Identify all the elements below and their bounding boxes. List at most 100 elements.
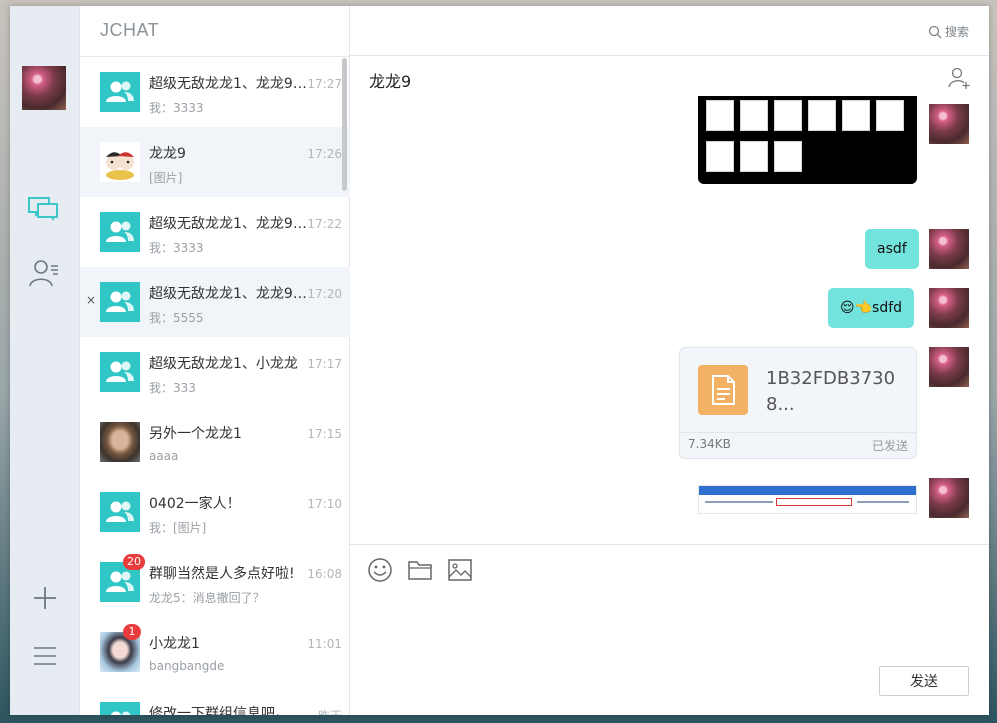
close-icon[interactable]: ×: [86, 293, 96, 307]
image-content: [857, 501, 909, 503]
image-content: [705, 501, 773, 503]
conversation-time: 17:10: [307, 497, 342, 511]
contacts-icon[interactable]: [27, 256, 63, 292]
conversation-item[interactable]: 超级无敌龙龙1、龙龙9、小龙龙17:22 我：3333: [80, 197, 350, 267]
list-scrollbar[interactable]: [342, 58, 347, 191]
conversation-time: 17:22: [307, 217, 342, 231]
conversation-avatar[interactable]: [100, 492, 140, 532]
file-message[interactable]: 1B32FDB37308... 7.34KB 已发送: [679, 347, 917, 459]
conversation-avatar[interactable]: [100, 282, 140, 322]
conversation-name: 龙龙9: [149, 146, 186, 162]
conversation-last-message: 我：5555: [149, 311, 204, 325]
send-button[interactable]: 发送: [879, 666, 969, 696]
search-icon: [928, 25, 942, 38]
conversation-time: 昨天: [318, 707, 342, 715]
chat-icon[interactable]: [27, 194, 63, 230]
divider: [680, 432, 916, 433]
image-message[interactable]: [698, 485, 917, 514]
input-area[interactable]: 发送: [350, 544, 989, 715]
conversation-item[interactable]: 超级无敌龙龙1、小龙龙 17:17 我：333: [80, 337, 350, 407]
sender-avatar[interactable]: [929, 478, 969, 518]
conversation-name: 群聊当然是人多点好啦!: [149, 566, 295, 582]
image-thumb: [876, 100, 904, 131]
conversation-item[interactable]: 超级无敌龙龙1、龙龙9、小龙龙17:27 我：3333: [80, 57, 350, 127]
conversation-name: 超级无敌龙龙1、龙龙9、小龙龙: [149, 216, 307, 232]
plus-icon[interactable]: [27, 580, 63, 616]
conversation-last-message: aaaa: [149, 449, 179, 463]
file-name: 1B32FDB37308...: [766, 368, 896, 415]
conversation-last-message: bangbangde: [149, 659, 225, 673]
conversation-avatar[interactable]: [100, 72, 140, 112]
menu-icon[interactable]: [27, 638, 63, 674]
add-member-icon[interactable]: [947, 66, 971, 90]
conversation-pane: JCHAT 超级无敌龙龙1、龙龙9、小龙龙17:27我：3333龙龙917:26…: [80, 6, 350, 715]
image-thumb: [774, 100, 802, 131]
conversation-last-message: 我：[图片]: [149, 521, 207, 535]
image-message[interactable]: [698, 96, 917, 184]
app-title: JCHAT: [100, 20, 160, 40]
text-message[interactable]: 😌👈sdfd: [828, 288, 915, 328]
chat-pane: 龙龙9 asdf 😌👈sdfd 1B32FDB37308... 7.34KB 已…: [350, 55, 989, 715]
conversation-item[interactable]: 1 小龙龙1 11:01 bangbangde: [80, 617, 350, 687]
search-label: 搜索: [944, 25, 969, 39]
conversation-last-message: 我：3333: [149, 241, 204, 255]
text-message[interactable]: asdf: [865, 229, 919, 269]
left-nav: [10, 6, 80, 715]
image-content: [776, 498, 852, 506]
app-window: JCHAT 超级无敌龙龙1、龙龙9、小龙龙17:27我：3333龙龙917:26…: [10, 6, 989, 715]
conversation-avatar[interactable]: [100, 142, 140, 182]
chat-title: 龙龙9: [369, 72, 412, 91]
conversation-name: 另外一个龙龙1: [149, 426, 242, 442]
conversation-avatar[interactable]: [100, 212, 140, 252]
emoji: 😌👈: [840, 300, 873, 316]
conversation-item[interactable]: 另外一个龙龙1 17:15 aaaa: [80, 407, 350, 477]
conversation-name: 0402一家人！: [149, 496, 241, 512]
conversation-last-message: [图片]: [149, 171, 183, 185]
sender-avatar[interactable]: [929, 288, 969, 328]
my-avatar[interactable]: [22, 66, 66, 110]
sender-avatar[interactable]: [929, 229, 969, 269]
folder-icon[interactable]: [407, 557, 433, 583]
conversation-time: 17:26: [307, 147, 342, 161]
file-icon: [698, 365, 748, 415]
conversation-avatar[interactable]: [100, 702, 140, 715]
conversation-name: 超级无敌龙龙1、龙龙9、小龙龙: [149, 286, 307, 302]
conversation-item[interactable]: 0402一家人！ 17:10 我：[图片]: [80, 477, 350, 547]
unread-badge: 1: [123, 624, 141, 640]
file-size: 7.34KB: [688, 437, 731, 451]
image-thumb: [706, 141, 734, 172]
conversation-name: 小龙龙1: [149, 636, 200, 652]
conversation-item[interactable]: 20 群聊当然是人多点好啦! 16:08 龙龙5：消息撤回了？: [80, 547, 350, 617]
conversation-last-message: 龙龙5：消息撤回了？: [149, 591, 265, 605]
image-thumb: [706, 100, 734, 131]
conversation-time: 17:17: [307, 357, 342, 371]
conversation-time: 11:01: [307, 637, 342, 651]
emoji-icon[interactable]: [367, 557, 393, 583]
conversation-item[interactable]: × 超级无敌龙龙1、龙龙9、小龙龙17:20 我：5555: [80, 267, 350, 337]
conversation-item[interactable]: 龙龙9 17:26 [图片]: [80, 127, 350, 197]
conversation-item[interactable]: 修改一下群组信息吧。 昨天: [80, 687, 350, 715]
image-icon[interactable]: [447, 557, 473, 583]
image-thumb: [842, 100, 870, 131]
message-area[interactable]: asdf 😌👈sdfd 1B32FDB37308... 7.34KB 已发送: [350, 96, 989, 544]
conversation-time: 17:27: [307, 77, 342, 91]
conversation-name: 超级无敌龙龙1、龙龙9、小龙龙: [149, 76, 307, 92]
conversation-last-message: 我：3333: [149, 101, 204, 115]
conversation-avatar[interactable]: [100, 422, 140, 462]
conversation-time: 17:15: [307, 427, 342, 441]
image-thumb: [740, 100, 768, 131]
image-thumb: [740, 141, 768, 172]
text-message-content: sdfd: [872, 300, 903, 316]
image-thumb: [808, 100, 836, 131]
sender-avatar[interactable]: [929, 347, 969, 387]
conversation-name: 修改一下群组信息吧。: [149, 706, 289, 715]
top-bar: 搜索: [350, 6, 989, 56]
image-content: [699, 486, 916, 495]
conversation-time: 17:20: [307, 287, 342, 301]
conversation-avatar[interactable]: [100, 352, 140, 392]
sender-avatar[interactable]: [929, 104, 969, 144]
conversation-name: 超级无敌龙龙1、小龙龙: [149, 356, 298, 372]
search-button[interactable]: 搜索: [928, 23, 969, 40]
file-status: 已发送: [871, 439, 908, 453]
conversation-list[interactable]: 超级无敌龙龙1、龙龙9、小龙龙17:27我：3333龙龙917:26[图片]超级…: [80, 56, 350, 715]
